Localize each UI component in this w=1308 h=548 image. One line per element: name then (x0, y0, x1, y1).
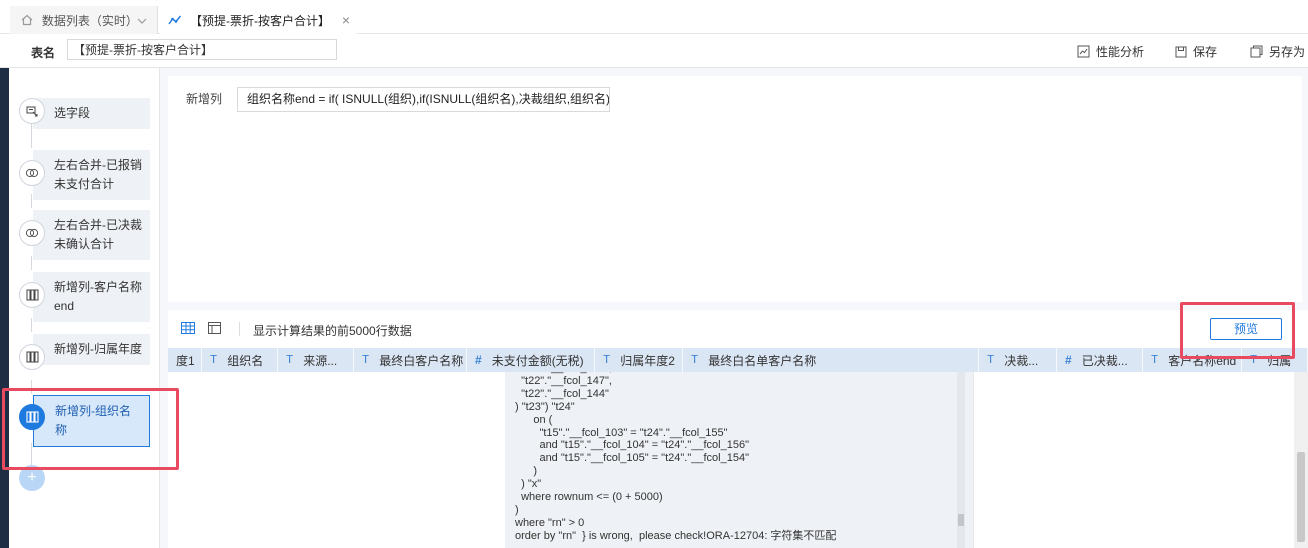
table-vertical-scrollbar[interactable] (1294, 372, 1308, 548)
text-type-icon: T (210, 353, 218, 367)
close-icon[interactable]: × (342, 12, 350, 28)
text-type-icon: T (362, 353, 370, 367)
save-icon (1175, 46, 1187, 57)
column-header[interactable]: T 决裁... (979, 348, 1057, 372)
save-as-icon (1250, 45, 1263, 58)
save-button[interactable]: 保存 (1175, 43, 1217, 60)
column-header[interactable]: # 已决裁... (1057, 348, 1143, 372)
text-type-icon: T (1151, 353, 1159, 367)
performance-analysis-button[interactable]: 性能分析 (1077, 43, 1144, 60)
number-type-icon: # (475, 353, 482, 367)
column-header[interactable]: # 未支付金额(无税) (467, 348, 595, 372)
preview-toolbar: 显示计算结果的前5000行数据 预览 (168, 310, 1308, 348)
step-select-fields[interactable]: 选字段 (33, 98, 150, 129)
formula-input[interactable]: 组织名称end = if( ISNULL(组织),if(ISNULL(组织名),… (237, 87, 610, 112)
step-merge-reimbursed[interactable]: 左右合并-已报销未支付合计 (33, 150, 150, 200)
text-type-icon: T (987, 353, 995, 367)
steps-sidebar: 选字段 左右合并-已报销未支付合计 左右合并-已决裁未确认合计 新增列-客户名称… (9, 68, 160, 548)
error-line: "t22"."__fcol_147", (515, 374, 612, 387)
error-line: and "t15"."__fcol_104" = "t24"."__fcol_1… (515, 439, 749, 452)
toolbar-divider (239, 322, 240, 336)
chart-line-icon (168, 13, 182, 27)
tab-label: 数据列表（实时） (41, 13, 138, 28)
error-line: on ( (515, 413, 553, 426)
grid-view-icon[interactable] (181, 322, 195, 337)
error-line: where "rn" > 0 (515, 516, 585, 529)
highlight-box (2, 388, 179, 470)
error-line: ) "t23") "t24" (515, 400, 575, 413)
step-connector (31, 124, 32, 148)
tab-current-table[interactable]: 【预提-票折-按客户合计】 × (160, 6, 356, 34)
step-connector (31, 194, 32, 208)
add-column-icon (19, 344, 45, 370)
table-name-input[interactable] (67, 39, 337, 60)
text-type-icon: T (286, 353, 294, 367)
column-header[interactable]: T 组织名 (202, 348, 278, 372)
column-header[interactable]: 度1 (168, 348, 202, 372)
performance-icon (1077, 45, 1090, 58)
step-add-column-customer[interactable]: 新增列-客户名称end (33, 272, 150, 322)
tab-data-list[interactable]: 数据列表（实时） (10, 6, 158, 34)
preview-panel: 显示计算结果的前5000行数据 预览 度1 T 组织名 T 来源... T 最终白客户… (168, 310, 1308, 548)
error-message-text: "t22"."__fcol_149", "t22"."__fcol_147", … (515, 372, 836, 543)
error-line: "t15"."__fcol_103" = "t24"."__fcol_155" (515, 426, 728, 439)
error-line: ) (515, 503, 519, 516)
step-connector (31, 318, 32, 332)
column-header[interactable]: T 最终白客户名称 (354, 348, 467, 372)
name-bar: 表名 性能分析 保存 另存为 (0, 34, 1308, 68)
error-line: order by "rn" } is wrong, please check!O… (515, 529, 837, 542)
column-header[interactable]: T 归属年度2 (595, 348, 683, 372)
merge-icon (19, 160, 45, 186)
merge-icon (19, 220, 45, 246)
home-icon (20, 13, 34, 27)
layout-view-icon[interactable] (208, 322, 221, 337)
add-column-icon (19, 282, 45, 308)
tab-label: 【预提-票折-按客户合计】 (190, 13, 330, 28)
save-as-button[interactable]: 另存为 (1250, 43, 1305, 60)
step-add-column-year[interactable]: 新增列-归属年度 (33, 334, 150, 365)
step-merge-approved[interactable]: 左右合并-已决裁未确认合计 (33, 210, 150, 260)
step-connector (31, 256, 32, 270)
scrollbar-thumb[interactable] (958, 514, 964, 526)
column-header[interactable]: T 最终白名单客户名称 (683, 348, 979, 372)
error-scrollbar[interactable] (957, 372, 965, 548)
error-line: where rownum <= (0 + 5000) (515, 491, 663, 504)
number-type-icon: # (1065, 353, 1072, 367)
preview-info: 显示计算结果的前5000行数据 (253, 324, 412, 338)
formula-panel: 新增列 组织名称end = if( ISNULL(组织),if(ISNULL(组… (168, 76, 1302, 302)
new-column-label: 新增列 (186, 92, 223, 106)
chevron-down-icon[interactable] (137, 13, 147, 27)
error-line: ) (515, 465, 537, 478)
column-header[interactable]: T 来源... (278, 348, 354, 372)
text-type-icon: T (691, 353, 699, 367)
select-field-icon (19, 98, 45, 124)
text-type-icon: T (603, 353, 611, 367)
highlight-box (1180, 302, 1295, 359)
table-header: 度1 T 组织名 T 来源... T 最终白客户名称 # 未支付金额(无税) T 归属年度… (168, 348, 1308, 372)
tab-bar: 数据列表（实时） 【预提-票折-按客户合计】 × (0, 0, 1308, 34)
scrollbar-thumb[interactable] (1297, 452, 1305, 542)
app-side-rail (0, 68, 9, 548)
error-line: and "t15"."__fcol_105" = "t24"."__fcol_1… (515, 452, 749, 465)
table-name-label: 表名 (31, 46, 56, 60)
error-message-box: "t22"."__fcol_149", "t22"."__fcol_147", … (505, 372, 973, 548)
error-line: "t22"."__fcol_144" (515, 387, 609, 400)
error-line: ) "x" (515, 478, 542, 491)
column-divider (973, 372, 974, 548)
